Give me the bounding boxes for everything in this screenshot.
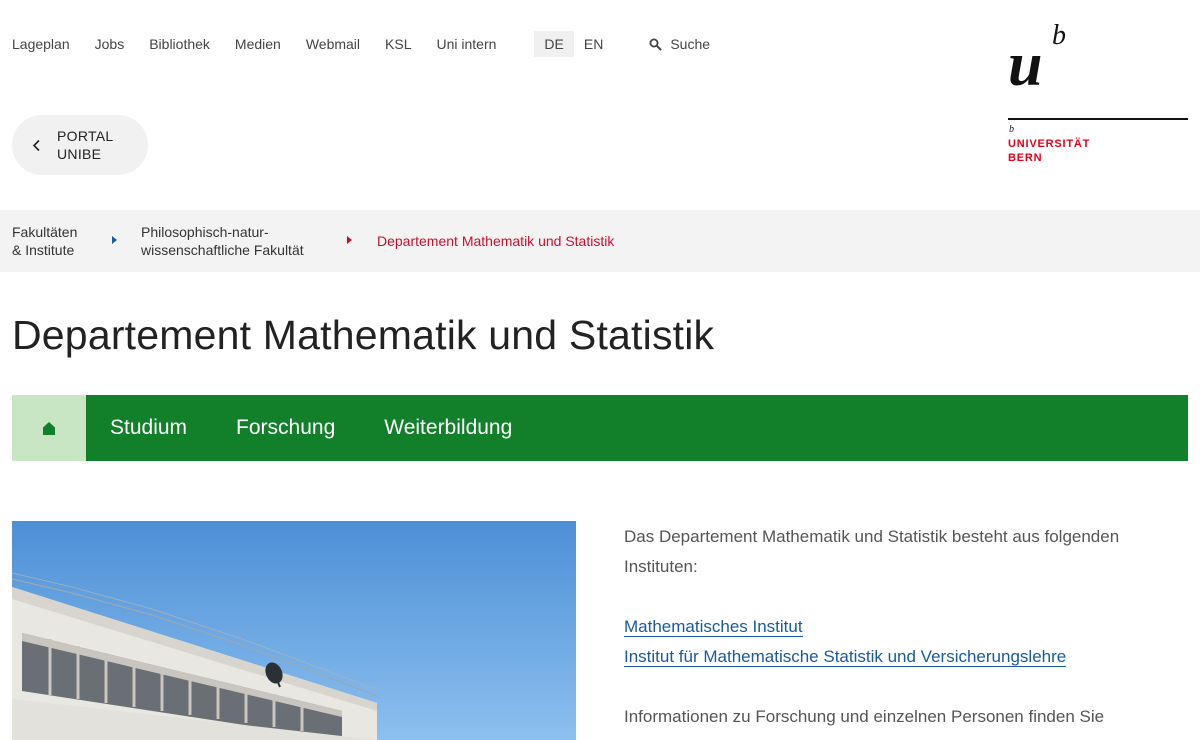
nav-link-jobs[interactable]: Jobs (95, 36, 125, 52)
home-button[interactable] (12, 395, 86, 461)
search-icon (649, 38, 662, 51)
logo-mark-u: u (1008, 31, 1043, 99)
logo-text-bern: BERN (1008, 152, 1043, 164)
breadcrumb-arrow-icon (112, 236, 117, 244)
portal-unibe-button[interactable]: PORTAL UNIBE (12, 115, 148, 175)
breadcrumb-arrow-icon (347, 236, 352, 244)
chevron-left-icon (32, 139, 41, 152)
nav-link-lageplan[interactable]: Lageplan (12, 36, 70, 52)
link-institut-statistik[interactable]: Institut für Mathematische Statistik und… (624, 647, 1067, 667)
nav-link-ksl[interactable]: KSL (385, 36, 411, 52)
home-icon (43, 421, 55, 435)
breadcrumb-current: Departement Mathematik und Statistik (377, 233, 615, 249)
content-section: Das Departement Mathematik und Statistik… (624, 522, 1190, 740)
link-mathematisches-institut[interactable]: Mathematisches Institut (624, 617, 803, 637)
mainnav-studium[interactable]: Studium (110, 416, 187, 440)
nav-link-bibliothek[interactable]: Bibliothek (149, 36, 210, 52)
search-button[interactable]: Suche (649, 36, 710, 52)
language-en[interactable]: EN (574, 31, 613, 57)
portal-label-line1: PORTAL (57, 128, 114, 144)
nav-link-uni-intern[interactable]: Uni intern (437, 36, 497, 52)
logo-small-b: b (1009, 124, 1014, 135)
mainnav-forschung[interactable]: Forschung (236, 416, 335, 440)
breadcrumb-item-fakultaeten-line1: Fakultäten (12, 224, 78, 240)
logo-rule (1008, 118, 1188, 120)
breadcrumb-item-fakultaeten-line2: & Institute (12, 242, 75, 258)
logo-mark-b: b (1052, 20, 1066, 51)
building-photo (12, 521, 576, 740)
main-nav: Studium Forschung Weiterbildung (12, 395, 1188, 461)
language-switcher: DE EN (534, 31, 613, 57)
breadcrumb-item-fakultaeten[interactable]: Fakultäten & Institute (12, 223, 102, 259)
logo-text-universitaet: UNIVERSITÄT (1008, 138, 1091, 150)
search-label: Suche (670, 36, 711, 52)
breadcrumb-item-faculty-line2: wissenschaftliche Fakultät (141, 242, 304, 258)
nav-link-medien[interactable]: Medien (235, 36, 281, 52)
breadcrumb: Fakultäten & Institute Philosophisch-nat… (0, 210, 1200, 272)
page-title: Departement Mathematik und Statistik (12, 312, 715, 358)
breadcrumb-item-faculty-line1: Philosophisch-natur- (141, 224, 269, 240)
portal-label-line2: UNIBE (57, 146, 102, 162)
language-de[interactable]: DE (534, 31, 574, 57)
mainnav-weiterbildung[interactable]: Weiterbildung (384, 416, 512, 440)
university-logo[interactable]: u b b UNIVERSITÄT BERN (1008, 22, 1188, 172)
intro-text: Das Departement Mathematik und Statistik… (624, 527, 1120, 576)
portal-label: PORTAL UNIBE (57, 127, 114, 163)
nav-link-webmail[interactable]: Webmail (306, 36, 360, 52)
more-info-text: Informationen zu Forschung und einzelnen… (624, 707, 1105, 726)
utility-nav: Lageplan Jobs Bibliothek Medien Webmail … (12, 30, 710, 58)
breadcrumb-item-faculty[interactable]: Philosophisch-natur- wissenschaftliche F… (141, 223, 341, 259)
institute-links: Mathematisches Institut Institut für Mat… (624, 612, 1190, 672)
